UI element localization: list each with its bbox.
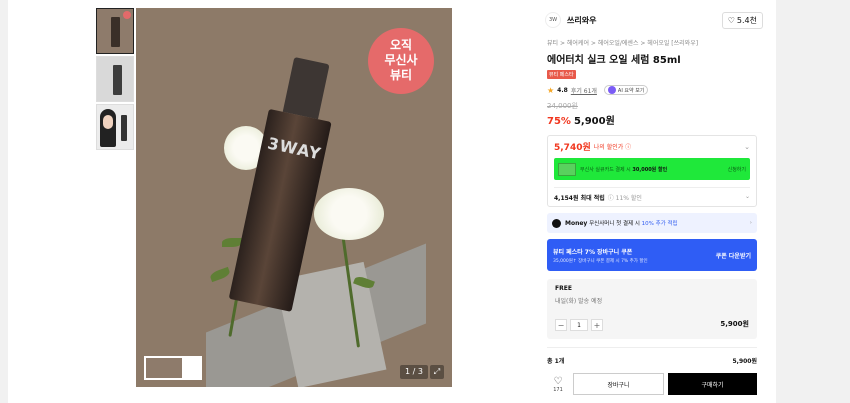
brand-name[interactable]: 쓰리와우 xyxy=(567,15,596,26)
credit-card-icon xyxy=(558,162,576,176)
badge-image xyxy=(123,11,131,19)
star-icon: ★ xyxy=(547,85,555,95)
bottle-image xyxy=(121,115,127,141)
chevron-down-icon: ⌄ xyxy=(744,193,750,200)
review-link[interactable]: 후기 61개 xyxy=(571,86,597,95)
cart-button[interactable]: 장바구니 xyxy=(573,373,664,395)
product-title: 에어터치 실크 오일 세럼 85ml xyxy=(547,55,681,66)
ai-summary-button[interactable]: AI 요약 보기 xyxy=(603,85,649,95)
sale-price: 75% 5,900원 xyxy=(547,116,615,127)
heart-icon: ♡ xyxy=(727,15,735,25)
my-discount-row[interactable]: 5,740원 나의 할인가 ⓘ ⌄ xyxy=(554,140,750,154)
option-price: 5,900원 xyxy=(720,320,749,328)
money-icon xyxy=(552,218,561,228)
thumbnail-3[interactable] xyxy=(96,104,134,150)
points-row[interactable]: 4,154원 최대 적립 ⓘ 11% 할인 ⌄ xyxy=(554,187,750,202)
mini-preview[interactable] xyxy=(144,356,202,380)
chevron-right-icon: › xyxy=(749,220,752,226)
chevron-down-icon: ⌄ xyxy=(744,142,750,151)
coupon-banner: 뷰티 페스타 7% 장바구니 쿠폰 35,000원↑ 장바구니 쿠폰 결제 시 … xyxy=(547,239,757,271)
event-tag: 뷰티 페스타 xyxy=(547,70,576,79)
original-price: 24,000원 xyxy=(547,102,578,110)
total-row: 총 1개 5,900원 xyxy=(547,347,757,365)
purchase-actions: ♡ 171 장바구니 구매하기 xyxy=(547,373,757,395)
ai-icon xyxy=(607,86,616,94)
wishlist-button[interactable]: ♡ 171 xyxy=(547,376,569,393)
benefit-box: 5,740원 나의 할인가 ⓘ ⌄ 무신사 실큐카드 결제 시 30,000원 … xyxy=(547,135,757,207)
breadcrumb[interactable]: 뷰티 > 헤어케어 > 헤어오일/에센스 > 헤어오일 [쓰리와우] xyxy=(537,38,763,47)
thumbnail-1[interactable] xyxy=(96,8,134,54)
musinsa-money-banner[interactable]: Money 무신사머니 첫 결제 시 10% 추가 적립 › xyxy=(547,213,757,233)
expand-icon[interactable]: ⤢ xyxy=(430,365,444,379)
hero-image: 3WAY 오직 무신사 뷰티 1 / 3 ⤢ xyxy=(136,8,452,387)
bottle-image xyxy=(111,17,120,47)
coupon-download-button[interactable]: 쿠폰 다운받기 xyxy=(716,251,751,260)
brand-logo[interactable]: 3W xyxy=(545,12,561,28)
selected-option: FREE 내일(화) 발송 예정 − 1 + 5,900원 xyxy=(547,279,757,339)
product-info-panel: 3W 쓰리와우 ♡ 5.4천 뷰티 > 헤어케어 > 헤어오일/에센스 > 헤어오… xyxy=(537,8,763,395)
quantity-input[interactable]: 1 xyxy=(570,319,588,331)
rose-flower xyxy=(314,188,384,240)
thumbnail-list xyxy=(96,8,134,152)
buy-button[interactable]: 구매하기 xyxy=(668,373,757,395)
brand-like-button[interactable]: ♡ 5.4천 xyxy=(721,11,763,29)
thumbnail-2[interactable] xyxy=(96,56,134,102)
rating-row: ★ 4.8 후기 61개 AI 요약 보기 xyxy=(537,85,763,95)
increase-button[interactable]: + xyxy=(591,319,603,331)
card-promo-banner[interactable]: 무신사 실큐카드 결제 시 30,000원 할인 신청하기 xyxy=(554,158,750,180)
card-apply-link[interactable]: 신청하기 xyxy=(728,166,746,173)
page-indicator: 1 / 3 xyxy=(400,365,428,379)
bottle-image xyxy=(113,65,122,95)
decrease-button[interactable]: − xyxy=(555,319,567,331)
quantity-stepper: − 1 + xyxy=(555,319,603,331)
heart-icon: ♡ xyxy=(553,375,563,387)
exclusive-badge: 오직 무신사 뷰티 xyxy=(368,28,434,94)
